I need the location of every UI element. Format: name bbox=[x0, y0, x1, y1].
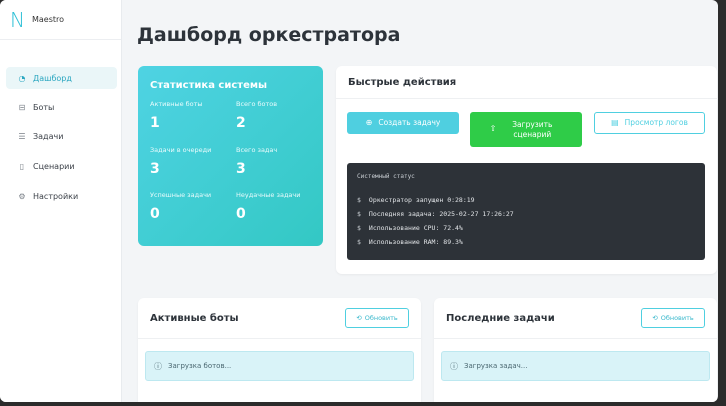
gear-icon: ⚙ bbox=[18, 191, 26, 201]
dashboard-icon: ◔ bbox=[18, 73, 26, 83]
total-tasks-value: 3 bbox=[236, 161, 246, 177]
sidebar-item-bots[interactable]: ⊟ Боты bbox=[6, 96, 117, 118]
sidebar-item-dashboard[interactable]: ◔ Дашборд bbox=[6, 67, 117, 89]
divider bbox=[138, 338, 421, 339]
info-icon: ⓘ bbox=[154, 361, 162, 371]
brand[interactable]: N Maestro bbox=[0, 0, 121, 40]
stats-title: Статистика системы bbox=[150, 80, 268, 91]
create-task-button[interactable]: ⊕ Создать задачу bbox=[347, 112, 459, 134]
sidebar-item-label: Боты bbox=[33, 102, 55, 112]
brand-name: Maestro bbox=[31, 15, 65, 24]
loading-alert: ⓘ Загрузка задач... bbox=[441, 351, 710, 381]
sidebar-item-label: Дашборд bbox=[33, 73, 72, 83]
robot-icon: ⊟ bbox=[18, 102, 26, 112]
sidebar-item-label: Сценарии bbox=[33, 161, 75, 171]
page-title: Дашборд оркестратора bbox=[137, 24, 401, 46]
active-bots-label: Активные боты bbox=[150, 100, 203, 108]
terminal-line: $ Последняя задача: 2025-02-27 17:26:27 bbox=[357, 210, 514, 218]
plus-circle-icon: ⊕ bbox=[365, 117, 373, 127]
refresh-tasks-button[interactable]: ⟲ Обновить bbox=[641, 308, 705, 328]
list-icon: ☰ bbox=[18, 131, 26, 141]
refresh-bots-button[interactable]: ⟲ Обновить bbox=[345, 308, 409, 328]
active-bots-panel: Активные боты ⟲ Обновить ⓘ Загрузка бото… bbox=[138, 298, 421, 402]
quick-actions-card: Быстрые действия ⊕ Создать задачу ⇧ Загр… bbox=[336, 66, 717, 274]
upload-icon: ⇧ bbox=[489, 124, 497, 134]
queued-tasks-value: 3 bbox=[150, 161, 160, 177]
terminal-line: $ Использование RAM: 89.3% bbox=[357, 238, 463, 246]
total-bots-label: Всего ботов bbox=[236, 100, 278, 108]
sidebar-item-settings[interactable]: ⚙ Настройки bbox=[6, 185, 117, 207]
panel-title: Активные боты bbox=[150, 313, 239, 324]
recent-tasks-panel: Последние задачи ⟲ Обновить ⓘ Загрузка з… bbox=[434, 298, 717, 402]
sidebar: N Maestro ◔ Дашборд ⊟ Боты ☰ Задачи ▯ Сц… bbox=[0, 0, 122, 402]
system-stats-card: Статистика системы Активные боты 1 Всего… bbox=[138, 66, 323, 246]
sidebar-item-label: Настройки bbox=[33, 191, 79, 201]
upload-scenario-button[interactable]: ⇧ Загрузить сценарий bbox=[470, 112, 582, 147]
sidebar-item-scenarios[interactable]: ▯ Сценарии bbox=[6, 155, 117, 177]
terminal-line: $ Оркестратор запущен 0:28:19 bbox=[357, 196, 475, 204]
quick-actions-title: Быстрые действия bbox=[348, 77, 457, 88]
success-tasks-label: Успешные задачи bbox=[150, 191, 212, 199]
failed-tasks-label: Неудачные задачи bbox=[236, 191, 301, 199]
logo-icon: N bbox=[10, 7, 25, 32]
refresh-icon: ⟲ bbox=[652, 314, 658, 322]
refresh-icon: ⟲ bbox=[356, 314, 362, 322]
failed-tasks-value: 0 bbox=[236, 206, 246, 222]
loading-alert: ⓘ Загрузка ботов... bbox=[145, 351, 414, 381]
divider bbox=[434, 338, 717, 339]
divider bbox=[336, 98, 717, 99]
document-icon: ▤ bbox=[611, 117, 619, 127]
queued-tasks-label: Задачи в очереди bbox=[150, 146, 212, 154]
total-tasks-label: Всего задач bbox=[236, 146, 278, 154]
panel-title: Последние задачи bbox=[446, 313, 555, 324]
active-bots-value: 1 bbox=[150, 115, 160, 131]
view-logs-button[interactable]: ▤ Просмотр логов bbox=[594, 112, 705, 134]
success-tasks-value: 0 bbox=[150, 206, 160, 222]
sidebar-item-tasks[interactable]: ☰ Задачи bbox=[6, 125, 117, 147]
sidebar-item-label: Задачи bbox=[33, 131, 64, 141]
total-bots-value: 2 bbox=[236, 115, 246, 131]
terminal-title: Системный статус bbox=[357, 173, 415, 180]
terminal-line: $ Использование CPU: 72.4% bbox=[357, 224, 463, 232]
system-status-terminal: Системный статус $ Оркестратор запущен 0:… bbox=[347, 163, 705, 260]
app-window: N Maestro ◔ Дашборд ⊟ Боты ☰ Задачи ▯ Сц… bbox=[0, 0, 718, 402]
info-icon: ⓘ bbox=[450, 361, 458, 371]
file-icon: ▯ bbox=[19, 161, 25, 171]
